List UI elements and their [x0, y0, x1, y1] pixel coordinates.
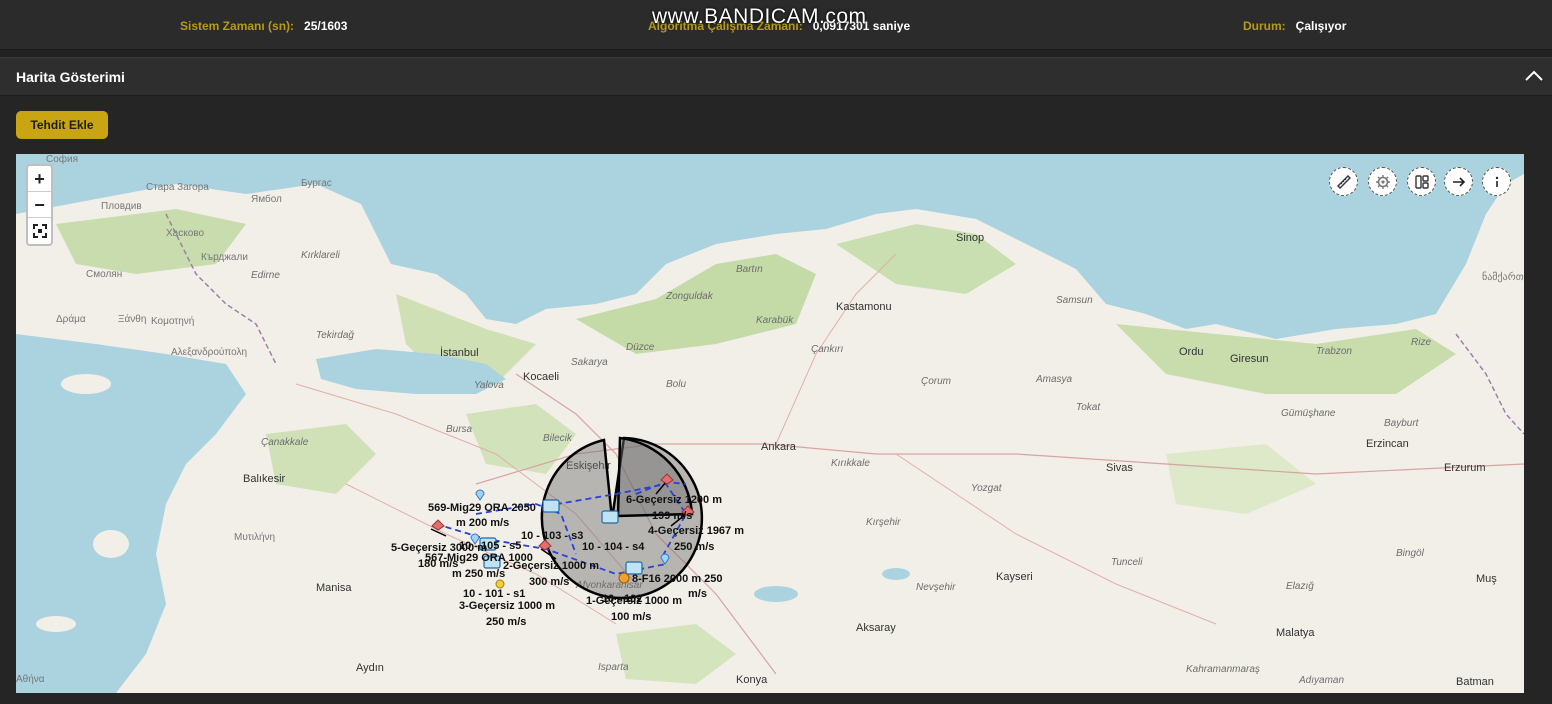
track-label: 300 m/s	[529, 576, 570, 588]
tactical-overlay	[430, 436, 704, 600]
panel-title: Harita Gösterimi	[16, 69, 125, 85]
track-label: 250 m/s	[486, 616, 527, 628]
state-value: Çalışıyor	[1295, 19, 1347, 33]
sensor-label: 10 - 105 - s5	[459, 540, 522, 552]
map-view[interactable]: София Стара Загора Бургас Ямбол Пловдив …	[16, 154, 1524, 693]
track-label: 250 m/s	[674, 541, 715, 553]
settings-tool-button[interactable]	[1368, 167, 1397, 196]
add-threat-button[interactable]: Tehdit Ekle	[16, 111, 108, 139]
track-label: 100 m/s	[611, 611, 652, 623]
map-panel: Harita Gösterimi Tehdit Ekle София Стара…	[0, 57, 1552, 704]
state: Durum: Çalışıyor	[1243, 19, 1346, 33]
info-icon	[1495, 176, 1498, 187]
system-time-label: Sistem Zamanı (sn):	[180, 19, 295, 33]
gear-icon	[1375, 174, 1390, 189]
zoom-in-button[interactable]: +	[28, 166, 51, 192]
arrow-right-icon	[1452, 176, 1465, 187]
track-label: 199 m/s	[652, 510, 693, 522]
track-label: 3-Geçersiz 1000 m	[459, 600, 556, 612]
layers-icon	[1414, 174, 1429, 189]
zoom-out-button[interactable]: −	[28, 192, 51, 218]
panel-header[interactable]: Harita Gösterimi	[0, 58, 1552, 96]
fullscreen-icon	[32, 224, 47, 238]
ruler-tool-button[interactable]	[1329, 167, 1358, 196]
sensor-label: 10 - 103 - s3	[521, 530, 584, 542]
track-label: m 200 m/s	[456, 517, 510, 529]
collapse-button[interactable]	[1522, 64, 1546, 88]
status-bar: Sistem Zamanı (sn): 25/1603 Algoritma Çal…	[0, 0, 1552, 50]
ruler-icon	[1336, 174, 1351, 189]
chevron-up-icon	[1525, 70, 1543, 81]
track-label: 1-Geçersiz 1000 m	[586, 595, 683, 607]
track-label: 4-Geçersiz 1967 m	[648, 525, 745, 537]
layers-tool-button[interactable]	[1407, 167, 1436, 196]
system-time-value: 25/1603	[304, 19, 348, 33]
info-tool-button[interactable]	[1482, 167, 1511, 196]
track-label: 6-Geçersiz 1200 m	[626, 494, 723, 506]
track-label: 569-Mig29 ORA 2050	[428, 502, 536, 514]
track-label: m/s	[688, 588, 707, 600]
sensor-label: 10 - 104 - s4	[582, 541, 645, 553]
track-label: 8-F16 2000 m 250	[632, 573, 723, 585]
state-label: Durum:	[1243, 19, 1286, 33]
system-time: Sistem Zamanı (sn): 25/1603	[180, 19, 347, 33]
fullscreen-button[interactable]	[28, 218, 51, 244]
track-label: m 250 m/s	[452, 568, 506, 580]
track-label: 2-Geçersiz 1000 m	[503, 560, 600, 572]
next-tool-button[interactable]	[1444, 167, 1473, 196]
bandicam-watermark: www.BANDICAM.com	[652, 5, 867, 28]
zoom-control: + −	[26, 164, 53, 246]
sensor-label: 10 - 101 - s1	[463, 588, 526, 600]
